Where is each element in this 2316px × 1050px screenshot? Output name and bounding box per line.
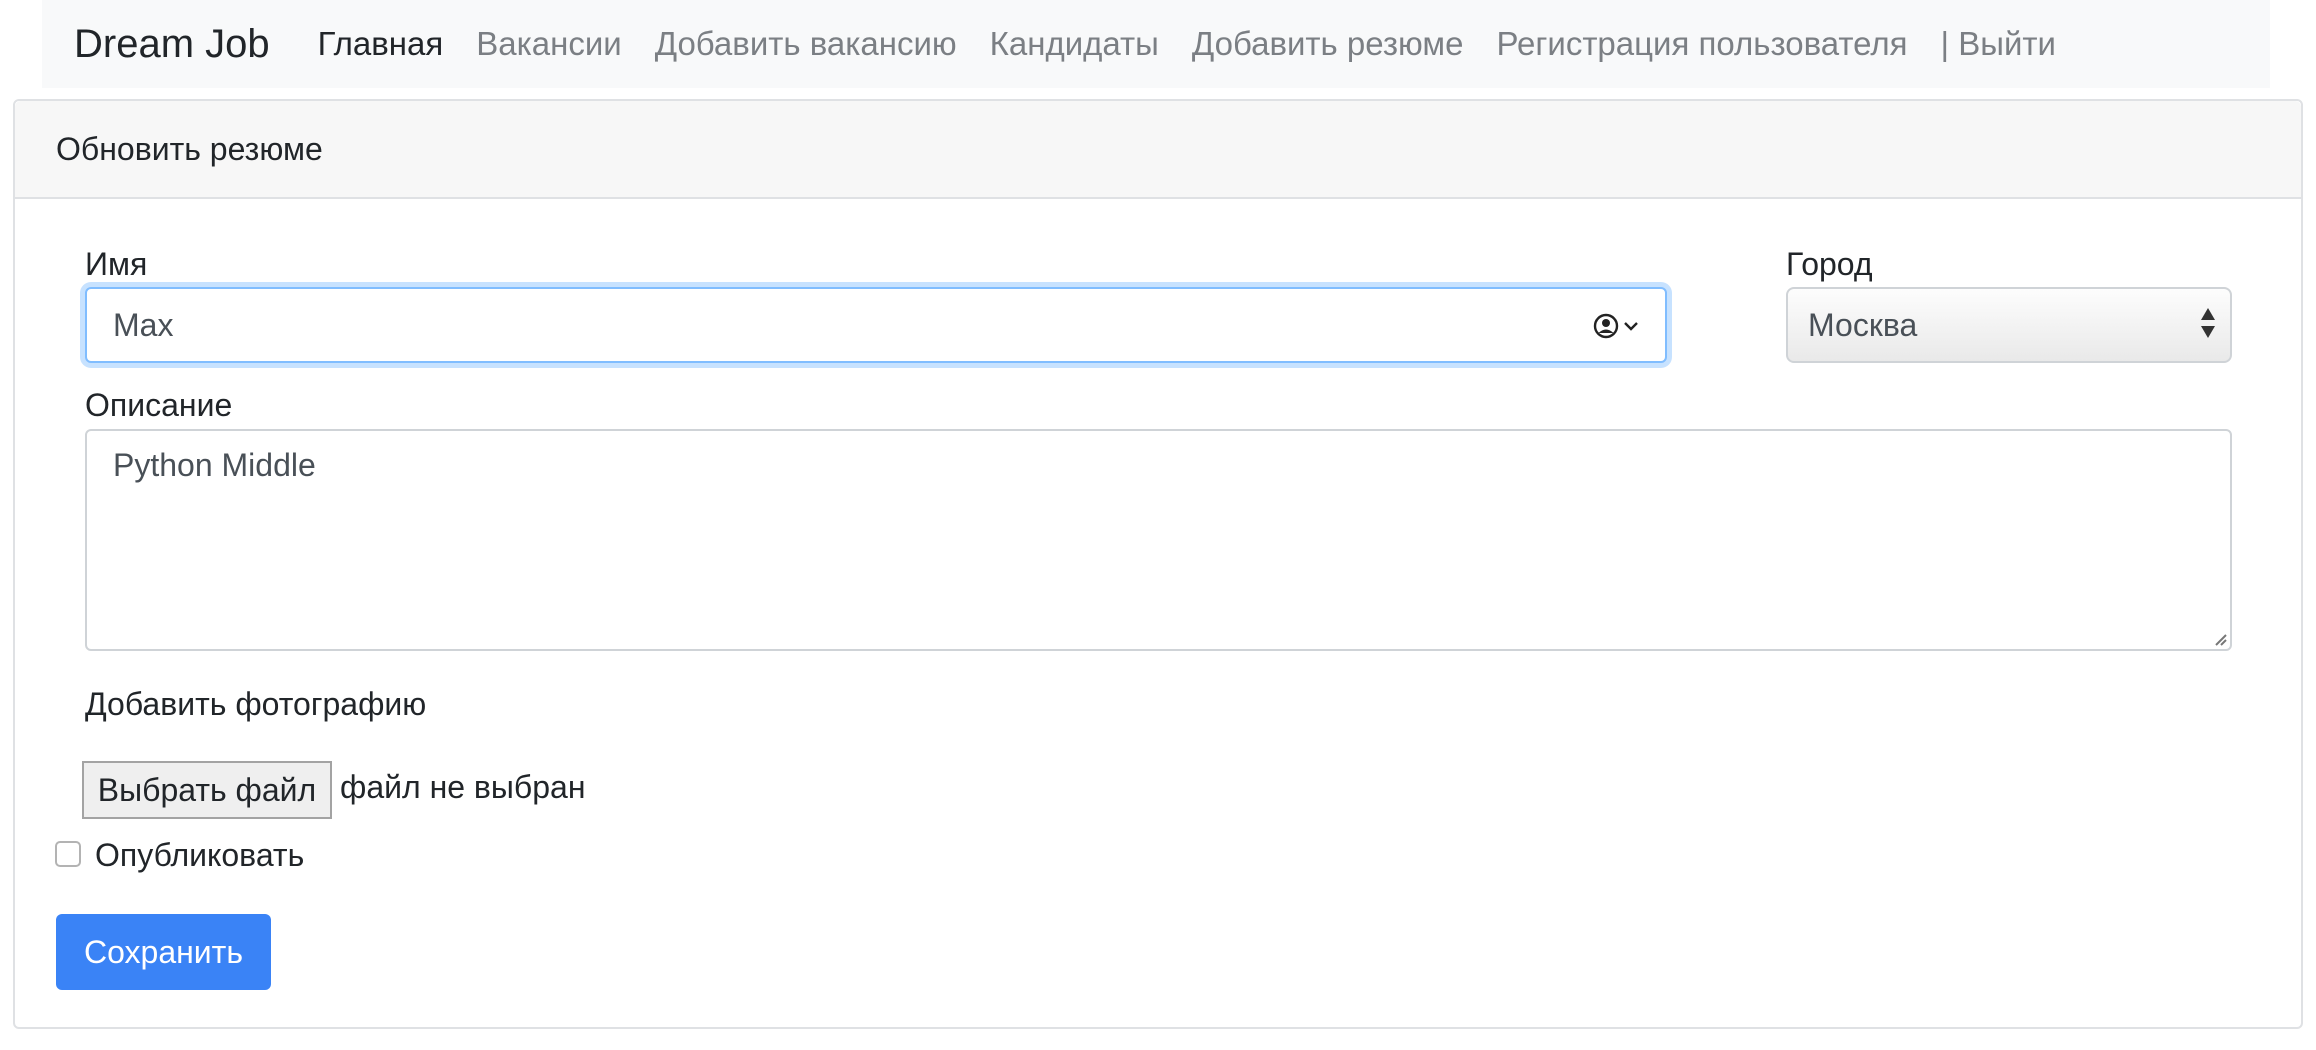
update-resume-card: Обновить резюме Имя Max Город Москва Опи…	[13, 99, 2303, 1029]
publish-label[interactable]: Опубликовать	[95, 837, 304, 874]
resize-handle-icon[interactable]	[2210, 629, 2228, 647]
card-title: Обновить резюме	[56, 130, 323, 167]
chevron-down-icon	[1624, 322, 1638, 331]
select-arrows-icon	[2200, 307, 2216, 339]
nav-link-add-resume[interactable]: Добавить резюме	[1192, 25, 1464, 63]
person-circle-icon[interactable]	[1593, 313, 1639, 339]
publish-checkbox[interactable]	[55, 841, 81, 867]
name-label: Имя	[85, 246, 148, 282]
city-select[interactable]: Москва	[1786, 287, 2232, 363]
name-input-value: Max	[113, 306, 174, 343]
brand-logo[interactable]: Dream Job	[74, 22, 270, 67]
description-label: Описание	[85, 387, 233, 423]
card-header: Обновить резюме	[15, 101, 2301, 199]
navbar: Dream Job Главная Вакансии Добавить вака…	[42, 0, 2270, 88]
photo-label: Добавить фотографию	[85, 686, 427, 722]
choose-file-button[interactable]: Выбрать файл	[82, 761, 332, 819]
nav-link-logout[interactable]: | Выйти	[1941, 25, 2056, 63]
nav-link-vacancies[interactable]: Вакансии	[476, 25, 621, 63]
file-status-text: файл не выбран	[340, 769, 586, 805]
name-input[interactable]: Max	[85, 287, 1667, 363]
nav-link-register[interactable]: Регистрация пользователя	[1496, 25, 1907, 63]
description-textarea[interactable]: Python Middle	[85, 429, 2232, 651]
save-button[interactable]: Сохранить	[56, 914, 271, 990]
nav-link-candidates[interactable]: Кандидаты	[990, 25, 1159, 63]
city-select-value: Москва	[1808, 306, 1918, 343]
city-label: Город	[1786, 246, 1873, 282]
description-value: Python Middle	[113, 447, 316, 483]
nav-link-add-vacancy[interactable]: Добавить вакансию	[655, 25, 957, 63]
nav-link-home[interactable]: Главная	[318, 25, 444, 63]
